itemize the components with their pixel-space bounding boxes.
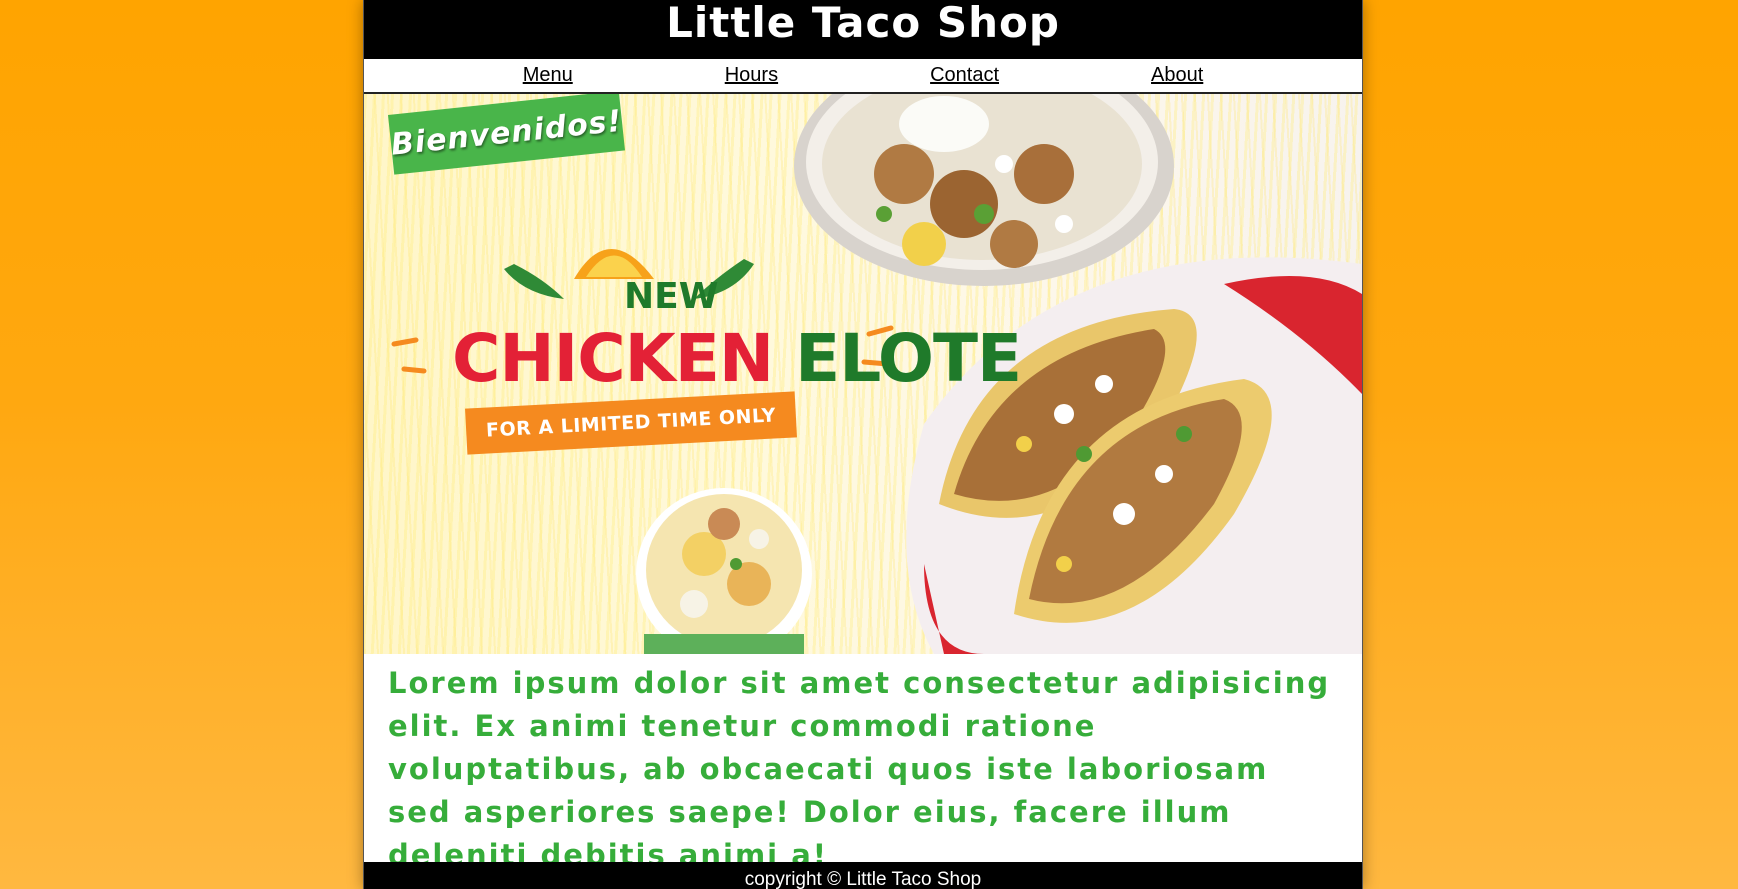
promo-title: CHICKEN ELOTE <box>452 320 1022 397</box>
footer-copyright: copyright © Little Taco Shop <box>744 869 982 889</box>
intro-paragraph: Lorem ipsum dolor sit amet consectetur a… <box>388 666 1331 872</box>
promo-limited-text: FOR A LIMITED TIME ONLY <box>485 404 777 442</box>
main-nav: Menu Hours Contact About <box>364 59 1362 94</box>
rice-bowl-image <box>794 94 1174 286</box>
page-container: Little Taco Shop Menu Hours Contact Abou… <box>363 0 1363 889</box>
site-footer: copyright © Little Taco Shop <box>364 862 1362 889</box>
taco-basket-image <box>906 257 1362 654</box>
nav-link-contact[interactable]: Contact <box>930 64 999 87</box>
site-header: Little Taco Shop <box>364 0 1362 59</box>
hero-banner: Bienvenidos! NEW CHICKEN ELOTE FOR A LIM… <box>364 94 1362 654</box>
nav-link-hours[interactable]: Hours <box>725 64 778 87</box>
promo-title-word-2: ELOTE <box>795 320 1022 397</box>
main-content: Lorem ipsum dolor sit amet consectetur a… <box>364 654 1362 872</box>
site-title: Little Taco Shop <box>666 0 1060 47</box>
corn-cup-image <box>636 488 812 654</box>
nav-link-about[interactable]: About <box>1151 64 1203 87</box>
welcome-badge-text: Bienvenidos! <box>389 103 624 163</box>
promo-title-word-1: CHICKEN <box>452 320 774 397</box>
nav-link-menu[interactable]: Menu <box>523 64 573 87</box>
promo-new-label: NEW <box>624 276 719 317</box>
